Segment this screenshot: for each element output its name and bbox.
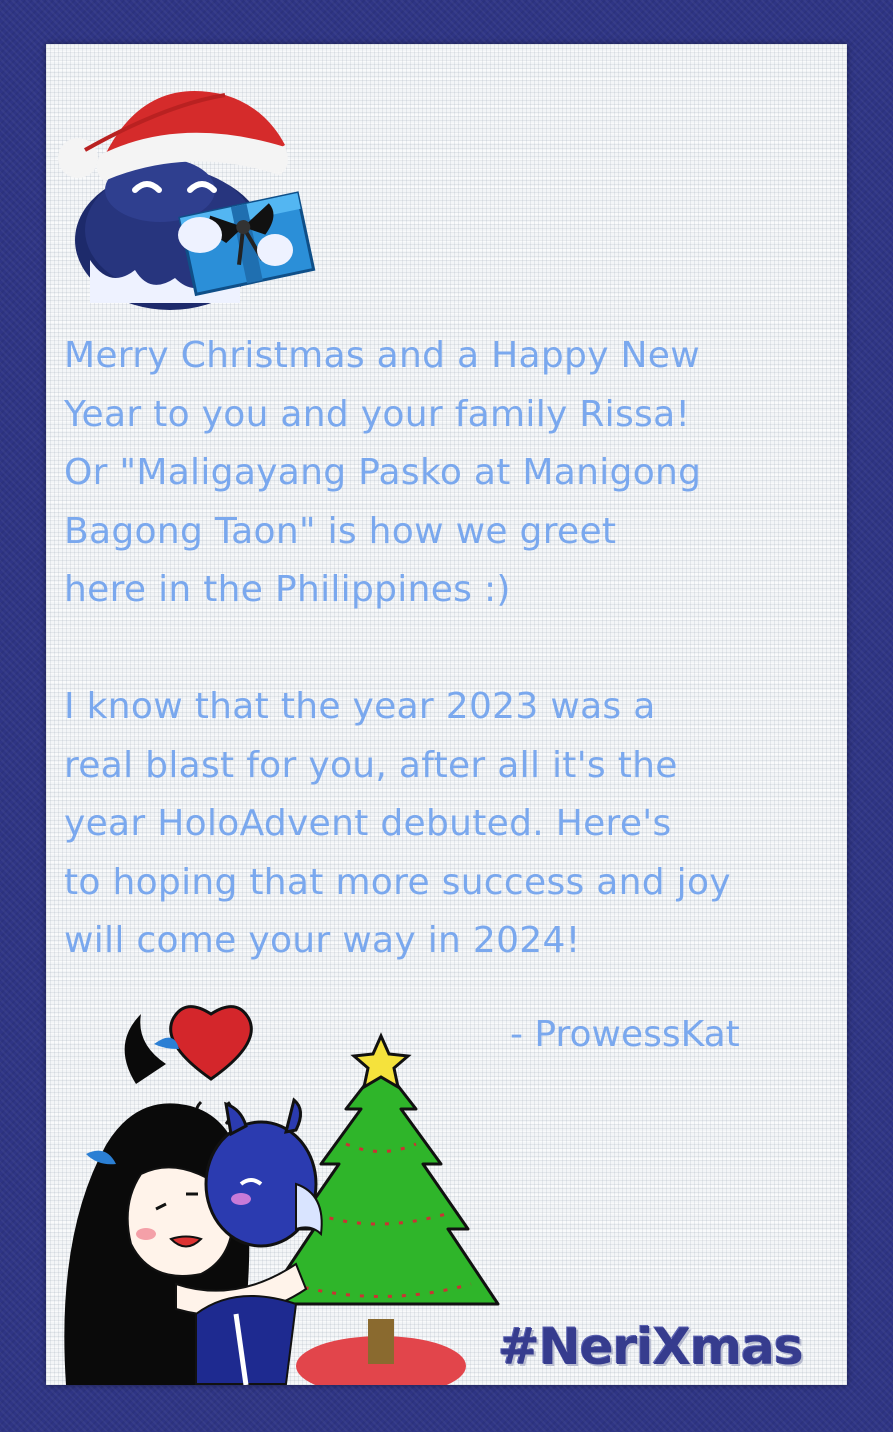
message-line: here in the Philippines :) [64,569,511,610]
greeting-card: Merry Christmas and a Happy New Year to … [46,44,847,1385]
message-spacer [64,620,844,679]
message-line: year HoloAdvent debuted. Here's [64,803,672,844]
greeting-message: Merry Christmas and a Happy New Year to … [64,327,844,971]
message-line: Or "Maligayang Pasko at Manigong [64,452,702,493]
message-line: Year to you and your family Rissa! [64,393,691,435]
mascot-with-santa-hat-and-gift-icon [58,91,316,310]
signature: - ProwessKat [510,1014,740,1055]
message-line: Merry Christmas and a Happy New [64,335,700,376]
message-line: Bagong Taon" is how we greet [64,510,617,552]
girl-hugging-mascot-icon [64,1014,323,1385]
message-line: to hoping that more success and joy [64,861,731,903]
message-line: I know that the year 2023 was a [64,686,656,727]
bottom-illustration [64,1005,500,1385]
message-line: will come your way in 2024! [64,920,581,961]
message-line: real blast for you, after all it's the [64,744,678,786]
heart-icon [169,1005,253,1081]
blue-frame: Merry Christmas and a Happy New Year to … [0,0,893,1432]
hashtag-neri-xmas: #NeriXmas [498,1318,804,1376]
